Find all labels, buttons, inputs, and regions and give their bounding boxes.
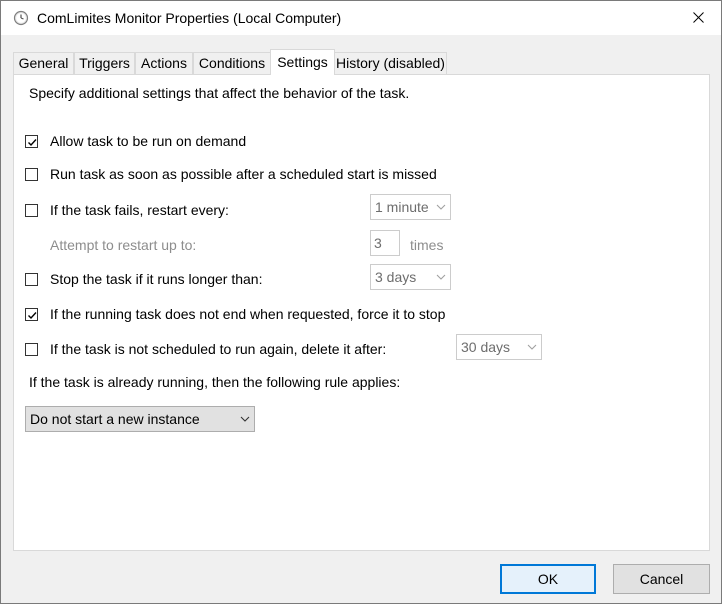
delete-after-value: 30 days (461, 339, 511, 355)
tab-conditions[interactable]: Conditions (193, 52, 271, 75)
delete-after-checkbox[interactable] (25, 342, 38, 356)
allow-on-demand-label: Allow task to be run on demand (50, 133, 247, 149)
allow-on-demand-option[interactable]: Allow task to be run on demand (25, 131, 246, 151)
running-rule-dropdown[interactable]: Do not start a new instance (25, 406, 255, 432)
delete-after-option[interactable]: If the task is not scheduled to run agai… (25, 339, 386, 359)
run-asap-option[interactable]: Run task as soon as possible after a sch… (25, 164, 437, 184)
stop-duration-value: 3 days (375, 269, 417, 285)
restart-on-fail-checkbox[interactable] (25, 203, 38, 217)
title-bar[interactable]: ComLimites Monitor Properties (Local Com… (1, 1, 721, 35)
stop-if-longer-label: Stop the task if it runs longer than: (50, 271, 263, 287)
run-asap-checkbox[interactable] (25, 167, 38, 181)
running-rule-value: Do not start a new instance (30, 411, 200, 427)
checkmark-icon (28, 311, 37, 319)
stop-duration-dropdown[interactable]: 3 days (370, 264, 451, 290)
chevron-down-icon (523, 335, 541, 359)
settings-intro: Specify additional settings that affect … (29, 85, 410, 101)
settings-panel: Specify additional settings that affect … (13, 74, 710, 551)
tab-triggers[interactable]: Triggers (74, 52, 135, 75)
restart-interval-dropdown[interactable]: 1 minute (370, 194, 451, 220)
force-stop-label: If the running task does not end when re… (50, 306, 446, 322)
chevron-down-icon (432, 265, 450, 289)
running-rule-row: If the task is already running, then the… (29, 372, 400, 392)
close-icon (692, 10, 704, 26)
delete-after-dropdown[interactable]: 30 days (456, 334, 542, 360)
cancel-button[interactable]: Cancel (613, 564, 710, 594)
clock-icon (13, 10, 29, 26)
chevron-down-icon (236, 407, 254, 431)
close-button[interactable] (675, 1, 721, 35)
restart-on-fail-option[interactable]: If the task fails, restart every: (25, 200, 229, 220)
stop-if-longer-checkbox[interactable] (25, 272, 38, 286)
delete-after-label: If the task is not scheduled to run agai… (50, 341, 387, 357)
force-stop-option[interactable]: If the running task does not end when re… (25, 304, 445, 324)
window-title: ComLimites Monitor Properties (Local Com… (37, 10, 342, 26)
tab-general[interactable]: General (13, 52, 74, 75)
properties-dialog: ComLimites Monitor Properties (Local Com… (0, 0, 722, 604)
stop-if-longer-option[interactable]: Stop the task if it runs longer than: (25, 269, 262, 289)
restart-on-fail-label: If the task fails, restart every: (50, 202, 229, 218)
tab-actions[interactable]: Actions (135, 52, 193, 75)
tab-history[interactable]: History (disabled) (334, 52, 447, 75)
force-stop-checkbox[interactable] (25, 307, 38, 321)
restart-attempts-label: Attempt to restart up to: (50, 237, 197, 253)
restart-attempts-unit: times (410, 237, 444, 253)
checkmark-icon (28, 138, 37, 146)
chevron-down-icon (432, 195, 450, 219)
restart-attempts-row: Attempt to restart up to: (50, 235, 196, 255)
running-rule-label: If the task is already running, then the… (29, 374, 401, 390)
restart-interval-value: 1 minute (375, 199, 429, 215)
allow-on-demand-checkbox[interactable] (25, 134, 38, 148)
restart-attempts-spinner[interactable]: 3 (370, 230, 400, 256)
ok-button[interactable]: OK (500, 564, 596, 594)
run-asap-label: Run task as soon as possible after a sch… (50, 166, 437, 182)
tab-settings[interactable]: Settings (270, 49, 335, 75)
